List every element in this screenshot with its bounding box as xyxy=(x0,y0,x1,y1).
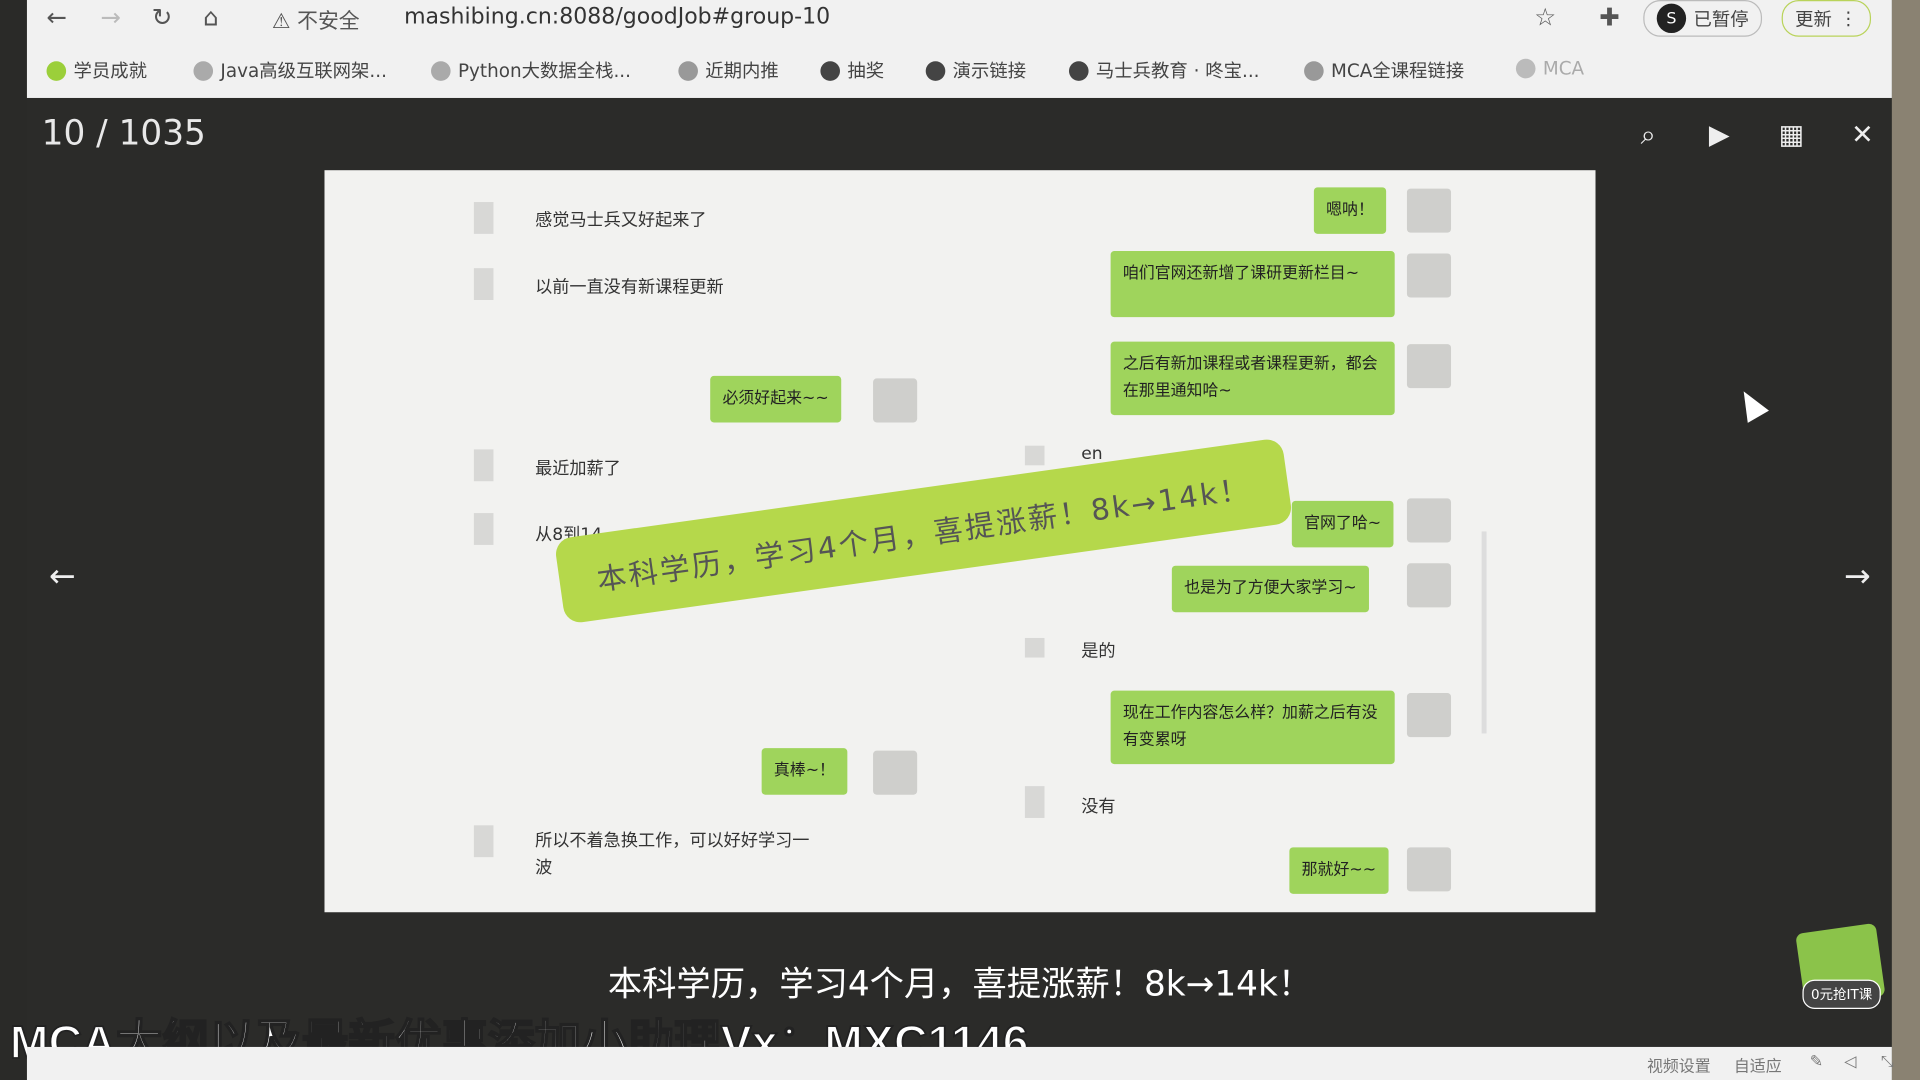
avatar xyxy=(1406,847,1452,892)
bookmark-label: Java高级互联网架... xyxy=(220,60,387,83)
avatar xyxy=(1406,344,1452,389)
bookmark-label: Python大数据全栈... xyxy=(457,60,631,83)
bookmark-label: MCA xyxy=(1542,57,1585,80)
fit-button[interactable]: 自适应 xyxy=(1734,1053,1782,1076)
avatar xyxy=(473,449,494,482)
grid-icon[interactable]: ▦ xyxy=(1777,120,1806,151)
prev-arrow-icon[interactable]: ← xyxy=(49,558,76,595)
avatar xyxy=(1406,188,1452,233)
site-icon xyxy=(678,60,698,81)
back-icon[interactable]: ← xyxy=(47,2,68,31)
avatar xyxy=(873,378,918,423)
home-icon[interactable]: ⌂ xyxy=(203,2,219,31)
chat-message: 是的 xyxy=(1081,641,1116,662)
insecure-badge[interactable]: ⚠ 不安全 xyxy=(272,4,360,35)
bookmark[interactable]: 马士兵教育 · 咚宝... xyxy=(1068,58,1260,84)
avatar xyxy=(473,825,494,858)
update-button[interactable]: 更新 ⋮ xyxy=(1781,0,1872,37)
leaf-icon xyxy=(46,60,67,81)
right-edge xyxy=(1891,0,1920,1080)
brush-icon[interactable]: ✎ xyxy=(1810,1053,1823,1071)
avatar xyxy=(1406,253,1452,298)
search-icon[interactable]: ⌕ xyxy=(1633,120,1662,151)
site-icon xyxy=(193,60,214,81)
avatar xyxy=(873,750,918,795)
bookmark[interactable]: Java高级互联网架... xyxy=(193,58,387,84)
chat-message: 以前一直没有新课程更新 xyxy=(535,277,724,298)
bookmark[interactable]: 抽奖 xyxy=(820,58,884,84)
mouse-cursor-icon xyxy=(1733,385,1769,423)
slide-counter: 10 / 1035 xyxy=(41,112,206,154)
reload-icon[interactable]: ↻ xyxy=(152,2,173,31)
chat-bubble: 嗯呐！ xyxy=(1313,187,1387,234)
chat-bubble: 必须好起来~~ xyxy=(710,375,841,423)
chat-message: 最近加薪了 xyxy=(535,459,621,479)
profile-button[interactable]: S 已暂停 xyxy=(1643,0,1763,37)
avatar xyxy=(1406,498,1452,543)
site-icon xyxy=(1515,58,1536,79)
bookmark[interactable]: 学员成就 xyxy=(46,58,147,84)
site-icon xyxy=(431,60,451,81)
avatar xyxy=(473,268,494,301)
bookmark-label: 马士兵教育 · 咚宝... xyxy=(1095,60,1260,83)
chat-message: 感觉马士兵又好起来了 xyxy=(535,210,707,231)
paused-label: 已暂停 xyxy=(1693,7,1749,31)
chat-message: en xyxy=(1081,444,1103,465)
bookmark-label: 学员成就 xyxy=(73,60,147,83)
insecure-label: 不安全 xyxy=(297,9,360,35)
chat-message: 所以不着急换工作，可以好好学习一波 xyxy=(535,831,810,878)
bookmark[interactable]: 演示链接 xyxy=(925,58,1027,84)
avatar: S xyxy=(1656,3,1687,34)
forward-icon[interactable]: → xyxy=(100,2,121,31)
subtitle: 本科学历，学习4个月，喜提涨薪！8k→14k！ xyxy=(607,963,1313,1005)
avatar xyxy=(1024,637,1045,658)
bookmark-label: 抽奖 xyxy=(847,60,885,83)
chat-message: 没有 xyxy=(1081,797,1116,817)
bookmark[interactable]: Python大数据全栈... xyxy=(431,58,631,84)
player-bar xyxy=(26,1046,1892,1080)
next-arrow-icon[interactable]: → xyxy=(1844,558,1871,595)
chat-bubble: 那就好~~ xyxy=(1289,847,1389,894)
chat-bubble: 咱们官网还新增了课研更新栏目~ xyxy=(1110,251,1395,318)
chat-bubble: 也是为了方便大家学习~ xyxy=(1171,565,1369,613)
address-bar[interactable]: mashibing.cn:8088/goodJob#group-10 xyxy=(404,4,830,30)
avatar xyxy=(1406,693,1452,738)
left-edge xyxy=(0,0,27,1080)
chat-scrollbar xyxy=(1481,531,1487,734)
avatar xyxy=(1406,563,1452,608)
avatar xyxy=(473,202,494,234)
extensions-icon[interactable]: ✚ xyxy=(1599,2,1620,31)
bookmark[interactable]: MCA xyxy=(1515,57,1585,80)
play-icon[interactable]: ▶ xyxy=(1704,120,1733,151)
avatar xyxy=(473,513,494,545)
star-icon[interactable]: ☆ xyxy=(1534,2,1556,31)
globe-icon xyxy=(820,60,841,81)
volume-icon[interactable]: ◁ xyxy=(1844,1053,1856,1071)
avatar xyxy=(1024,786,1045,818)
avatar xyxy=(1024,445,1045,466)
globe-icon xyxy=(1068,60,1089,81)
chat-bubble: 现在工作内容怎么样？加薪之后有没有变累呀 xyxy=(1110,690,1395,765)
bookmark-label: 近期内推 xyxy=(705,60,779,83)
chat-bubble: 真棒~！ xyxy=(761,748,848,795)
chat-bubble: 之后有新加课程或者课程更新，都会在那里通知哈~ xyxy=(1110,341,1395,416)
bookmark-label: 演示链接 xyxy=(952,60,1027,83)
chat-bubble: 官网了哈~ xyxy=(1291,500,1394,548)
update-label: 更新 xyxy=(1795,7,1832,31)
fullscreen-exit-icon[interactable]: ⤡ xyxy=(1881,1053,1894,1071)
bookmark-label: MCA全课程链接 xyxy=(1331,60,1465,83)
bookmark[interactable]: MCA全课程链接 xyxy=(1304,58,1464,84)
globe-icon xyxy=(925,60,946,81)
video-settings-button[interactable]: 视频设置 xyxy=(1647,1053,1711,1076)
promo-widget-label[interactable]: 0元抢IT课 xyxy=(1802,979,1881,1009)
close-icon[interactable]: ✕ xyxy=(1848,120,1877,151)
site-icon xyxy=(1304,60,1324,81)
bookmark[interactable]: 近期内推 xyxy=(678,58,779,84)
